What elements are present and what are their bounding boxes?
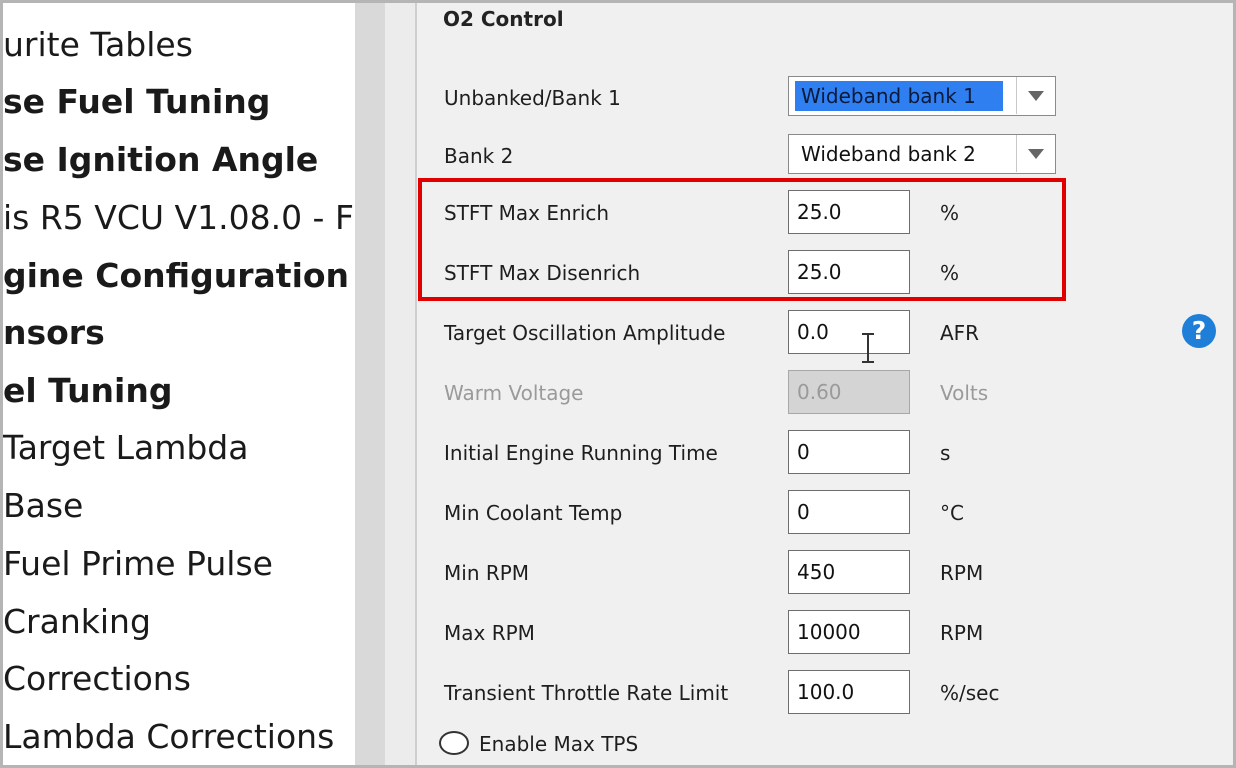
tree-item-lambda-corrections[interactable]: Lambda Corrections [3,717,334,757]
pane-splitter[interactable] [355,3,385,765]
min-rpm-label: Min RPM [444,561,530,585]
max-rpm-label: Max RPM [444,621,535,645]
min-rpm-unit: RPM [940,561,984,585]
bank1-label: Unbanked/Bank 1 [444,86,621,110]
target-oscillation-amplitude-label: Target Oscillation Amplitude [444,321,726,345]
tree-item-base-ignition-angle[interactable]: se Ignition Angle [3,140,318,180]
warm-voltage-input: 0.60 [788,370,910,414]
highlight-annotation-box [418,178,1066,301]
tree-item-favourite-tables[interactable]: urite Tables [3,25,193,65]
min-rpm-input[interactable]: 450 [788,550,910,594]
o2-control-panel: O2 Control Unbanked/Bank 1 Wideband bank… [417,3,1232,765]
bank1-selected-value: Wideband bank 1 [795,81,1003,111]
chevron-down-icon [1028,149,1044,159]
bank1-select[interactable]: Wideband bank 1 [788,76,1056,116]
help-icon[interactable]: ? [1182,314,1216,348]
initial-engine-running-time-input[interactable]: 0 [788,430,910,474]
transient-throttle-rate-limit-label: Transient Throttle Rate Limit [444,681,729,705]
transient-throttle-rate-limit-unit: %/sec [940,681,1000,705]
chevron-down-icon [1028,91,1044,101]
bank2-selected-value: Wideband bank 2 [801,142,976,166]
bank2-label: Bank 2 [444,144,514,168]
max-rpm-unit: RPM [940,621,984,645]
initial-engine-running-time-label: Initial Engine Running Time [444,441,718,465]
target-oscillation-amplitude-unit: AFR [940,321,980,345]
tree-item-fuel-tuning[interactable]: el Tuning [3,371,172,411]
sidebar-tree: urite Tables se Fuel Tuning se Ignition … [3,3,355,765]
tree-item-base-fuel-tuning[interactable]: se Fuel Tuning [3,82,270,122]
tree-item-fuel-prime-pulse[interactable]: Fuel Prime Pulse [3,544,273,584]
tree-item-target-lambda[interactable]: Target Lambda [3,428,248,468]
pane-gap [385,3,415,765]
text-cursor-icon [862,333,874,363]
initial-engine-running-time-unit: s [940,441,951,465]
tree-item-base[interactable]: Base [3,486,83,526]
min-coolant-temp-input[interactable]: 0 [788,490,910,534]
bank2-dropdown-button[interactable] [1016,135,1055,172]
min-coolant-temp-label: Min Coolant Temp [444,501,623,525]
target-oscillation-amplitude-input[interactable]: 0.0 [788,310,910,354]
tree-item-engine-configuration[interactable]: gine Configuration [3,256,349,296]
section-title: O2 Control [443,7,564,31]
bank2-select[interactable]: Wideband bank 2 [788,134,1056,174]
min-coolant-temp-unit: °C [940,501,964,525]
enable-max-tps-toggle[interactable] [439,731,469,755]
tree-item-vcu-firmware[interactable]: is R5 VCU V1.08.0 - F [3,198,354,238]
tree-item-cranking[interactable]: Cranking [3,602,151,642]
max-rpm-input[interactable]: 10000 [788,610,910,654]
enable-max-tps-label[interactable]: Enable Max TPS [479,732,638,756]
warm-voltage-unit: Volts [940,381,989,405]
tree-item-sensors[interactable]: nsors [3,313,105,353]
warm-voltage-label: Warm Voltage [444,381,584,405]
transient-throttle-rate-limit-input[interactable]: 100.0 [788,670,910,714]
bank1-dropdown-button[interactable] [1016,77,1055,114]
tree-item-corrections[interactable]: Corrections [3,659,191,699]
